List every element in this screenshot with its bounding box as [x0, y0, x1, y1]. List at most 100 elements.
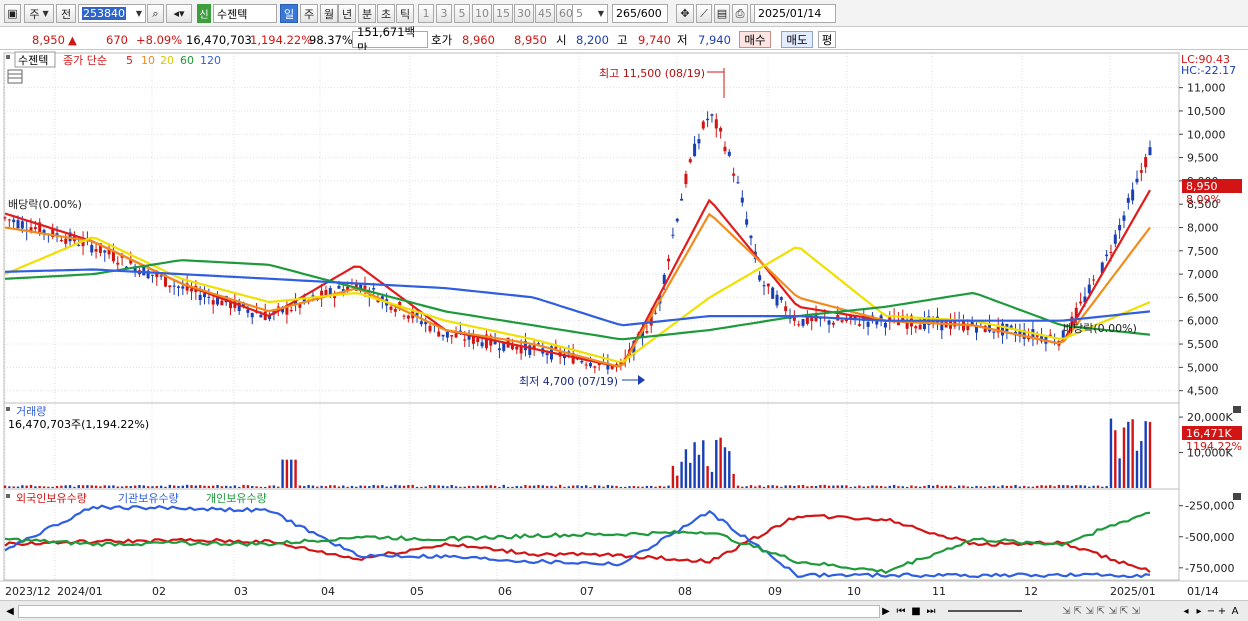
font-size-icon[interactable]: A: [1229, 604, 1241, 619]
scroll-track[interactable]: [18, 605, 880, 618]
volume-bar: [676, 475, 679, 488]
legend-ma20[interactable]: 20: [160, 54, 174, 67]
volume-bar: [645, 485, 649, 488]
interval-15[interactable]: 15: [493, 4, 513, 23]
draw-tool-icon[interactable]: ⟋: [696, 4, 712, 23]
save-icon[interactable]: ▤: [714, 4, 730, 23]
volume-bar: [277, 486, 280, 488]
scroll-back-icon[interactable]: ◂: [1180, 604, 1192, 619]
interval-3[interactable]: 3: [436, 4, 452, 23]
layout-icon[interactable]: ▣: [4, 4, 21, 23]
volume-bar: [112, 485, 115, 488]
stock-name-field[interactable]: 수젠텍: [213, 4, 277, 23]
period-week-dropdown[interactable]: 주 ▼: [24, 4, 54, 23]
play-icon[interactable]: ▶: [880, 604, 892, 619]
candle-body: [1079, 301, 1083, 304]
prev-button[interactable]: 전: [56, 4, 76, 23]
table-icon[interactable]: [7, 69, 23, 84]
scroll-forward-icon[interactable]: ▸: [1193, 604, 1205, 619]
count-input[interactable]: 265/600: [612, 4, 668, 23]
zoom-tools-icon[interactable]: ⇲ ⇱ ⇲ ⇱ ⇲ ⇱ ⇲: [1026, 604, 1176, 619]
interval-10[interactable]: 10: [472, 4, 492, 23]
candle-body: [701, 121, 705, 129]
volume-bar: [238, 486, 241, 488]
last-pct-tag-text: 8.09%: [1186, 193, 1221, 206]
timeframe-day[interactable]: 일: [280, 4, 298, 23]
forward-icon[interactable]: ⏭: [924, 604, 938, 619]
dividend-label-2: 배당락(0.00%): [1063, 322, 1137, 335]
stop-icon[interactable]: ■: [910, 604, 922, 619]
legend-ma-label: 종가 단순: [63, 54, 107, 67]
sell-button[interactable]: 매도: [781, 31, 813, 48]
interval-input[interactable]: 5 ▼: [572, 4, 608, 23]
new-tag-label: 신: [199, 10, 209, 21]
timeframe-second[interactable]: 초: [377, 4, 395, 23]
bottom-scrollbar[interactable]: ◀ ▶ ⏮ ■ ⏭ ⇲ ⇱ ⇲ ⇱ ⇲ ⇱ ⇲ ◂ ▸ − + A: [0, 600, 1248, 621]
candle-body: [1144, 157, 1148, 168]
zoom-in-icon[interactable]: +: [1217, 604, 1227, 619]
timeframe-week[interactable]: 주: [300, 4, 318, 23]
candle-body: [337, 285, 341, 289]
date-value: 2025/01/14: [758, 7, 822, 20]
code-input[interactable]: 253840 ▼: [78, 4, 146, 23]
scroll-left-icon[interactable]: ◀: [4, 604, 16, 619]
candle-body: [740, 197, 744, 203]
candle-body: [688, 159, 692, 163]
volume-bar: [216, 484, 219, 488]
date-input[interactable]: 2025/01/14: [754, 4, 836, 23]
legend-ma60[interactable]: 60: [180, 54, 194, 67]
search-icon[interactable]: ⌕: [147, 4, 164, 23]
up-arrow-icon: ▲: [67, 32, 77, 47]
print-icon[interactable]: ⎙: [732, 4, 748, 23]
volume-bar: [801, 484, 805, 488]
crosshair-icon[interactable]: ✥: [676, 4, 694, 23]
x-tick-label: 02: [152, 585, 166, 598]
interval-5[interactable]: 5: [454, 4, 470, 23]
interval-30[interactable]: 30: [514, 4, 534, 23]
y-tick-label: 10,000: [1187, 128, 1226, 141]
interval-45[interactable]: 45: [535, 4, 555, 23]
high-annotation: 최고 11,500 (08/19): [599, 67, 705, 80]
speaker-icon[interactable]: ◂▾: [166, 4, 192, 23]
chevron-down-icon[interactable]: ▼: [598, 9, 604, 18]
zoom-out-icon[interactable]: −: [1206, 604, 1216, 619]
volume-bar: [511, 486, 514, 488]
close-panel-icon[interactable]: [1233, 406, 1241, 413]
volume-bar: [871, 485, 874, 488]
candle-body: [419, 321, 423, 325]
interval-1[interactable]: 1: [418, 4, 434, 23]
volume-bar: [992, 485, 996, 488]
volume-bar: [997, 486, 1000, 488]
volume-bar: [389, 486, 393, 488]
candle-body: [1105, 254, 1109, 257]
volume-bar: [606, 484, 610, 488]
current-price: 8,950 ▲: [32, 31, 77, 48]
rewind-icon[interactable]: ⏮: [894, 604, 908, 619]
candle-body: [827, 320, 831, 325]
candle-body: [758, 275, 762, 281]
close-panel-icon[interactable]: [1233, 493, 1241, 500]
volume-bar: [983, 486, 987, 488]
legend-ma120[interactable]: 120: [200, 54, 221, 67]
volume-bar: [862, 486, 865, 488]
eval-button[interactable]: 평: [818, 31, 836, 48]
legend-ma5[interactable]: 5: [126, 54, 133, 67]
timeframe-year[interactable]: 년: [338, 4, 356, 23]
volume-bar: [754, 486, 757, 488]
timeframe-label: 주: [303, 7, 315, 21]
legend-ma10[interactable]: 10: [141, 54, 155, 67]
candle-body: [766, 283, 770, 287]
y-tick-label: 9,500: [1187, 152, 1219, 165]
volume-bar: [589, 486, 592, 488]
volume-bar: [107, 485, 111, 488]
volume-bar: [77, 485, 80, 488]
zoom-slider[interactable]: [948, 610, 1022, 612]
buy-button[interactable]: 매수: [739, 31, 771, 48]
chart-canvas[interactable]: 11,00010,50010,0009,5009,0008,5008,0007,…: [0, 50, 1248, 600]
timeframe-tick[interactable]: 틱: [396, 4, 414, 23]
timeframe-month[interactable]: 월: [320, 4, 338, 23]
volume-bar: [94, 485, 98, 488]
timeframe-minute[interactable]: 분: [358, 4, 376, 23]
chevron-down-icon[interactable]: ▼: [136, 9, 142, 18]
volume-bar: [68, 485, 72, 488]
